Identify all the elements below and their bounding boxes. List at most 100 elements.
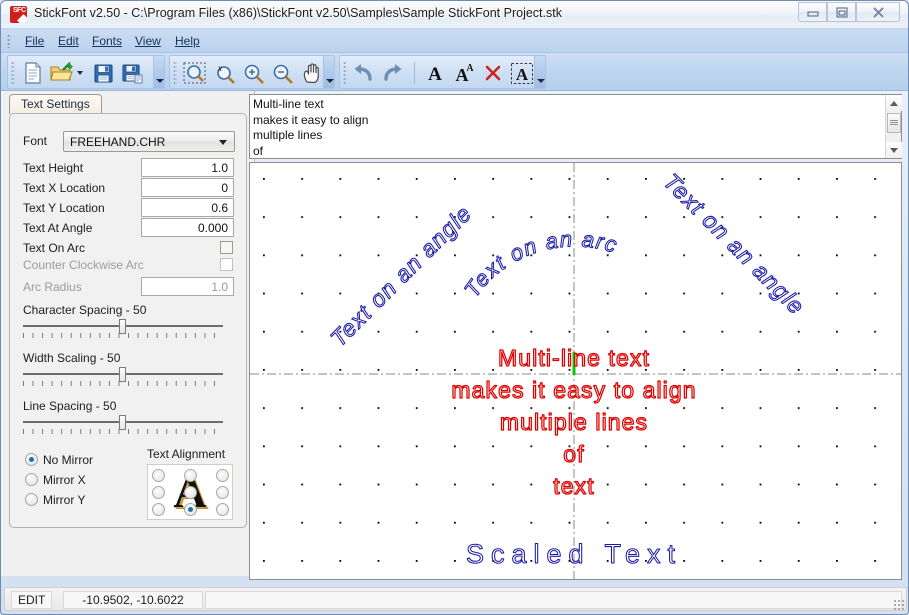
open-recent-dropdown[interactable] [74,60,85,86]
counter-clockwise-arc-label: Counter Clockwise Arc [23,258,144,272]
canvas-render: Text on an angle Text on an angle Text o… [250,163,901,579]
chevron-down-icon [219,140,227,145]
toolbar-edit-group: A A A A [339,55,546,89]
svg-text:of: of [563,441,584,467]
font-select[interactable]: FREEHAND.CHR [63,131,235,152]
redo-icon [384,64,402,81]
scrollbar-thumb[interactable] [887,113,901,133]
edit-text-icon: A A [456,63,475,84]
new-document-icon [25,62,41,84]
text-on-arc-label: Text On Arc [23,241,86,255]
text-editor[interactable]: Multi-line text makes it easy to align m… [249,94,902,159]
slider-ticks [23,429,223,434]
zoom-window-button[interactable] [182,60,208,86]
status-message [205,591,902,609]
redo-button[interactable] [380,60,406,86]
zoom-group-overflow[interactable] [323,56,334,88]
text-alignment-grid: A [147,464,233,520]
undo-icon [354,64,372,81]
application-window: SFC StickFont v2.50 - C:\Program Files (… [0,0,909,615]
align-middle-left[interactable] [152,486,165,499]
text-height-input[interactable]: 1.0 [141,158,234,177]
pan-button[interactable] [299,60,325,86]
title-bar: SFC StickFont v2.50 - C:\Program Files (… [1,1,908,29]
width-scaling-label: Width Scaling - 50 [23,351,121,365]
tab-text-settings[interactable]: Text Settings [9,94,102,114]
text-editor-content[interactable]: Multi-line text makes it easy to align m… [253,97,883,157]
save-as-icon [121,63,142,83]
zoom-window-icon [183,62,206,83]
counter-clockwise-arc-checkbox [220,258,233,271]
window-title: StickFont v2.50 - C:\Program Files (x86)… [34,6,562,20]
delete-text-button[interactable] [480,60,506,86]
minimize-icon [807,11,818,16]
radio-mirror-y[interactable] [25,493,38,506]
text-alignment-label: Text Alignment [147,447,226,461]
menu-view[interactable]: View [131,33,165,50]
add-text-button[interactable]: A [422,60,448,86]
slider-ticks [23,333,223,338]
character-spacing-label: Character Spacing - 50 [23,303,147,317]
slider-thumb[interactable] [119,319,126,334]
zoom-extents-button[interactable]: x [212,60,238,86]
undo-button[interactable] [350,60,376,86]
menu-edit[interactable]: Edit [54,33,83,50]
align-middle-right[interactable] [216,486,229,499]
save-as-button[interactable] [119,60,145,86]
arc-radius-input: 1.0 [141,277,234,296]
align-top-left[interactable] [152,469,165,482]
menu-help[interactable]: Help [171,33,204,50]
text-x-location-label: Text X Location [23,181,106,195]
maximize-button[interactable] [827,2,856,22]
font-select-value: FREEHAND.CHR [70,135,166,149]
radio-mirror-x[interactable] [25,473,38,486]
radio-no-mirror[interactable] [25,453,38,466]
zoom-in-button[interactable] [241,60,267,86]
menu-grip-icon[interactable] [7,34,11,48]
arc-radius-label: Arc Radius [23,280,82,294]
minimize-button[interactable] [798,2,827,22]
menu-fonts[interactable]: Fonts [88,33,126,50]
slider-thumb[interactable] [119,367,126,382]
align-bottom-right[interactable] [216,503,229,516]
text-editor-scrollbar[interactable] [885,95,902,158]
svg-text:x: x [217,63,222,73]
slider-thumb[interactable] [119,415,126,430]
menu-file[interactable]: File [21,33,48,50]
select-text-button[interactable]: A [509,60,535,86]
mirror-x-label: Mirror X [43,473,86,487]
toolbar-grip-icon[interactable] [11,61,15,84]
text-on-arc-checkbox[interactable] [220,241,233,254]
toolbar-grip-icon[interactable] [343,61,347,84]
align-middle-center[interactable] [184,486,197,499]
svg-text:makes it easy to align: makes it easy to align [451,377,696,403]
close-button[interactable] [856,2,900,22]
drawing-canvas[interactable]: Text on an angle Text on an angle Text o… [249,162,902,580]
text-y-location-input[interactable]: 0.6 [141,198,234,217]
save-button[interactable] [90,60,116,86]
new-document-button[interactable] [20,60,46,86]
close-icon [872,6,884,18]
align-bottom-left[interactable] [152,503,165,516]
chevron-down-icon [76,71,83,75]
status-coordinates: -10.9502, -10.6022 [63,591,203,609]
resize-grip-icon[interactable] [893,599,905,611]
align-bottom-center[interactable] [184,503,197,516]
edit-text-button[interactable]: A A [451,60,477,86]
file-group-overflow[interactable] [153,56,164,88]
zoom-out-button[interactable] [270,60,296,86]
text-at-angle-input[interactable]: 0.000 [141,218,234,237]
font-label: Font [23,134,48,148]
edit-group-overflow[interactable] [534,56,545,88]
stickfont-icon: SFC [10,6,27,23]
align-top-center[interactable] [184,469,197,482]
toolbar-grip-icon[interactable] [173,61,177,84]
open-file-button[interactable] [49,60,75,86]
save-icon [93,63,113,83]
scaled-text: Scaled Text [466,539,682,569]
scroll-up-button[interactable] [886,95,902,111]
align-top-right[interactable] [216,469,229,482]
select-text-icon: A [511,62,533,84]
scroll-down-button[interactable] [886,142,902,158]
text-x-location-input[interactable]: 0 [141,178,234,197]
